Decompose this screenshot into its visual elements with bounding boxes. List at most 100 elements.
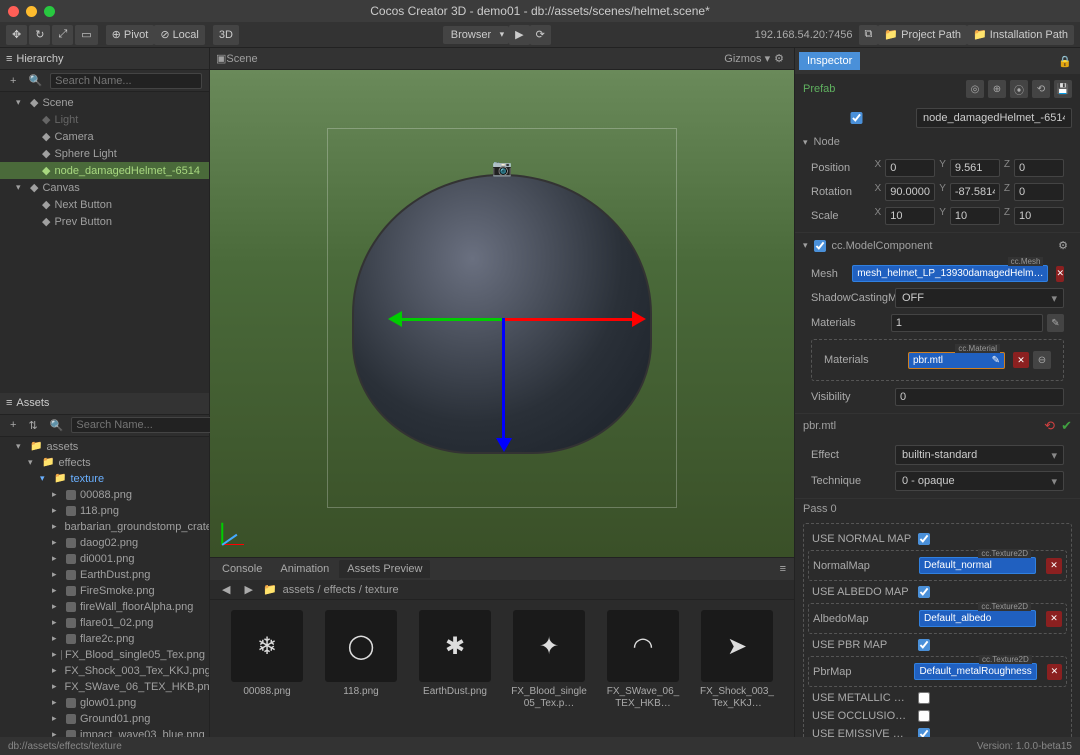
prefab-save-icon[interactable]: 💾 xyxy=(1054,80,1072,98)
local-toggle[interactable]: ⊘ Local xyxy=(154,25,205,45)
preview-item[interactable]: ✱EarthDust.png xyxy=(416,610,494,698)
preview-item[interactable]: ◯118.png xyxy=(322,610,400,698)
panel-menu-icon[interactable]: ≡ xyxy=(776,561,790,577)
asset-item[interactable]: ▸impact_wave03_blue.png xyxy=(0,727,209,738)
gizmo-x-axis[interactable] xyxy=(502,318,632,321)
rect-tool-icon[interactable]: ▭ xyxy=(75,25,97,45)
pbr-map-field[interactable]: cc.Texture2DDefault_metalRoughness xyxy=(914,663,1036,680)
prefab-target-icon[interactable]: ◎ xyxy=(966,80,984,98)
pivot-toggle[interactable]: ⊕ Pivot xyxy=(106,25,155,45)
scene-tab[interactable]: Scene xyxy=(226,53,257,65)
3d-toggle[interactable]: 3D xyxy=(213,25,239,45)
window-zoom[interactable] xyxy=(44,6,55,17)
materials-count-input[interactable] xyxy=(891,314,1043,332)
asset-item[interactable]: ▸Ground01.png xyxy=(0,711,209,727)
project-path-button[interactable]: 📁 Project Path xyxy=(878,25,967,45)
scene-settings-icon[interactable]: ⚙ xyxy=(770,50,788,67)
rot-y-input[interactable] xyxy=(950,183,1000,201)
node-name-input[interactable] xyxy=(916,108,1072,128)
prefab-revert-icon[interactable]: ⟲ xyxy=(1032,80,1050,98)
component-settings-icon[interactable]: ⚙ xyxy=(1054,237,1072,254)
nav-back-icon[interactable]: ◀ xyxy=(218,581,234,598)
use-pbr-checkbox[interactable] xyxy=(918,639,930,651)
rot-x-input[interactable] xyxy=(885,183,935,201)
tab-animation[interactable]: Animation xyxy=(272,560,337,578)
assets-search-input[interactable] xyxy=(71,417,223,433)
asset-item[interactable]: ▸EarthDust.png xyxy=(0,567,209,583)
node-enabled-checkbox[interactable] xyxy=(803,112,910,124)
scale-z-input[interactable] xyxy=(1014,207,1064,225)
material-clear-icon[interactable]: ✕ xyxy=(1013,352,1029,368)
use-metallic-checkbox[interactable] xyxy=(918,692,930,704)
move-tool-icon[interactable]: ✥ xyxy=(6,25,27,45)
use-occlusion-checkbox[interactable] xyxy=(918,710,930,722)
scale-x-input[interactable] xyxy=(885,207,935,225)
mesh-field[interactable]: cc.Meshmesh_helmet_LP_13930damagedHelm… xyxy=(852,265,1048,282)
refresh-button[interactable]: ⟳ xyxy=(530,25,551,45)
use-normal-checkbox[interactable] xyxy=(918,533,930,545)
preview-item[interactable]: ◠FX_SWave_06_TEX_HKB… xyxy=(604,610,682,710)
hierarchy-item[interactable]: ▾◆Scene xyxy=(0,94,209,111)
assets-search-icon[interactable]: 🔍 xyxy=(46,417,68,434)
asset-item[interactable]: ▸FX_SWave_06_TEX_HKB.png xyxy=(0,679,209,695)
asset-item[interactable]: ▸118.png xyxy=(0,503,209,519)
hierarchy-item[interactable]: ◆Light xyxy=(0,111,209,128)
asset-item[interactable]: ▸fireWall_floorAlpha.png xyxy=(0,599,209,615)
pbr-clear-icon[interactable]: ✕ xyxy=(1047,664,1062,680)
scale-y-input[interactable] xyxy=(950,207,1000,225)
asset-item[interactable]: ▾📁texture xyxy=(0,471,209,487)
tab-console[interactable]: Console xyxy=(214,560,270,578)
pos-z-input[interactable] xyxy=(1014,159,1064,177)
asset-item[interactable]: ▸FireSmoke.png xyxy=(0,583,209,599)
preview-item[interactable]: ➤FX_Shock_003_Tex_KKJ… xyxy=(698,610,776,710)
rotate-tool-icon[interactable]: ↻ xyxy=(29,25,50,45)
hierarchy-item[interactable]: ◆Next Button xyxy=(0,196,209,213)
assets-add-icon[interactable]: + xyxy=(6,417,20,433)
effect-dropdown[interactable]: builtin-standard xyxy=(895,445,1064,465)
component-header[interactable]: ▾ cc.ModelComponent ⚙ xyxy=(795,233,1080,258)
asset-item[interactable]: ▸barbarian_groundstomp_crater.png xyxy=(0,519,209,535)
use-emissive-checkbox[interactable] xyxy=(918,728,930,737)
hierarchy-item[interactable]: ◆node_damagedHelmet_-6514 xyxy=(0,162,209,179)
material-apply-icon[interactable]: ✔ xyxy=(1061,418,1072,433)
window-close[interactable] xyxy=(8,6,19,17)
asset-item[interactable]: ▸00088.png xyxy=(0,487,209,503)
install-path-button[interactable]: 📁 Installation Path xyxy=(967,25,1074,45)
assets-sort-icon[interactable]: ⇅ xyxy=(24,417,41,434)
component-enabled-checkbox[interactable] xyxy=(814,240,826,252)
gizmo-y-axis[interactable] xyxy=(502,318,505,438)
albedo-map-field[interactable]: cc.Texture2DDefault_albedo xyxy=(919,610,1036,627)
scene-viewport[interactable]: 📷 xyxy=(210,70,794,557)
breadcrumb[interactable]: assets / effects / texture xyxy=(283,584,399,596)
asset-item[interactable]: ▾📁effects xyxy=(0,455,209,471)
nav-fwd-icon[interactable]: ▶ xyxy=(240,581,256,598)
asset-item[interactable]: ▸FX_Shock_003_Tex_KKJ.png xyxy=(0,663,209,679)
hierarchy-item[interactable]: ◆Camera xyxy=(0,128,209,145)
preview-target-dropdown[interactable]: Browser xyxy=(443,26,509,44)
material-field[interactable]: cc.Materialpbr.mtl✎ xyxy=(908,352,1005,369)
copy-ip-icon[interactable]: ⧉ xyxy=(859,25,879,45)
hierarchy-search-icon[interactable]: 🔍 xyxy=(24,72,46,89)
hierarchy-add-icon[interactable]: + xyxy=(6,73,20,89)
gizmo-z-axis[interactable] xyxy=(402,318,502,321)
asset-item[interactable]: ▸daog02.png xyxy=(0,535,209,551)
tab-assets-preview[interactable]: Assets Preview xyxy=(339,560,430,578)
scale-tool-icon[interactable]: ⤢ xyxy=(52,25,73,45)
asset-item[interactable]: ▾📁assets xyxy=(0,439,209,455)
asset-item[interactable]: ▸flare2c.png xyxy=(0,631,209,647)
material-remove-icon[interactable]: ⊖ xyxy=(1033,351,1051,369)
hierarchy-tree[interactable]: ▾◆Scene◆Light◆Camera◆Sphere Light◆node_d… xyxy=(0,92,209,393)
normal-map-field[interactable]: cc.Texture2DDefault_normal xyxy=(919,557,1036,574)
prefab-global-icon[interactable]: ⊕ xyxy=(988,80,1006,98)
gizmos-dropdown[interactable]: Gizmos ▾ xyxy=(724,52,770,65)
asset-item[interactable]: ▸flare01_02.png xyxy=(0,615,209,631)
hierarchy-search-input[interactable] xyxy=(50,73,202,89)
preview-grid[interactable]: ❄00088.png◯118.png✱EarthDust.png✦FX_Bloo… xyxy=(210,600,794,737)
rot-z-input[interactable] xyxy=(1014,183,1064,201)
use-albedo-checkbox[interactable] xyxy=(918,586,930,598)
preview-item[interactable]: ✦FX_Blood_single05_Tex.p… xyxy=(510,610,588,710)
normal-clear-icon[interactable]: ✕ xyxy=(1046,558,1062,574)
asset-item[interactable]: ▸di0001.png xyxy=(0,551,209,567)
material-revert-icon[interactable]: ⟲ xyxy=(1044,418,1055,433)
tab-inspector[interactable]: Inspector xyxy=(799,52,860,70)
